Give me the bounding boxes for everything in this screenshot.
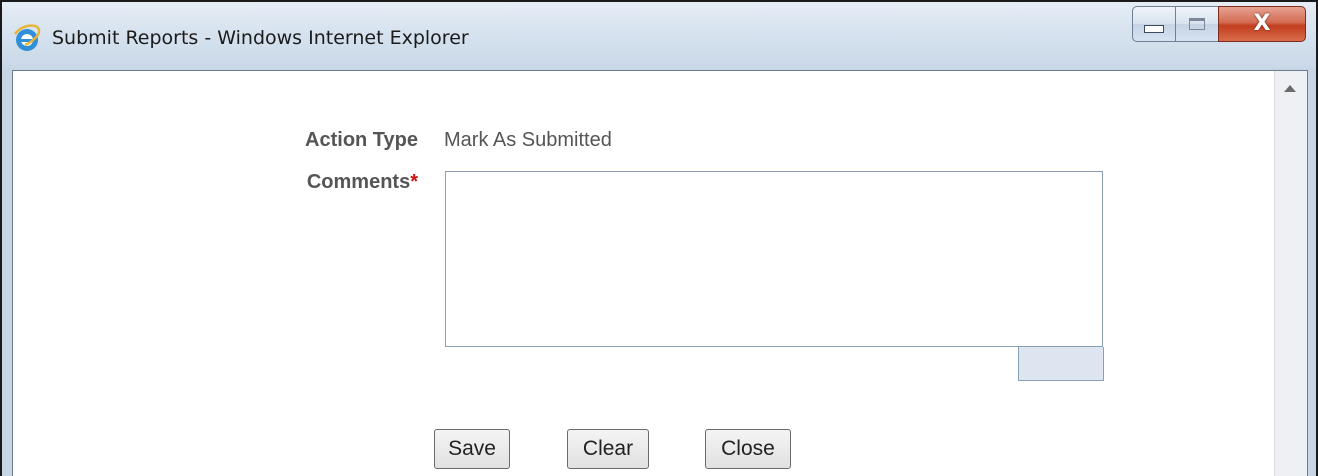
close-window-button[interactable]: X	[1218, 6, 1306, 42]
comments-label-text: Comments	[306, 171, 411, 193]
close-button[interactable]: Close	[705, 429, 791, 469]
minimize-icon	[1144, 25, 1164, 33]
close-icon: X	[1253, 11, 1271, 36]
clear-button[interactable]: Clear	[567, 429, 649, 469]
maximize-icon	[1189, 18, 1205, 30]
scroll-up-arrow-icon[interactable]	[1284, 85, 1296, 92]
dialog-content: Action Type Mark As Submitted Comments* …	[12, 70, 1308, 476]
ie-logo-icon	[12, 24, 42, 54]
comments-label: Comments*	[173, 171, 418, 194]
vertical-scrollbar[interactable]	[1274, 71, 1307, 476]
action-type-label: Action Type	[305, 129, 418, 151]
save-button[interactable]: Save	[434, 429, 510, 469]
window-title: Submit Reports - Windows Internet Explor…	[52, 27, 469, 49]
minimize-button[interactable]	[1132, 6, 1176, 42]
title-bar[interactable]: Submit Reports - Windows Internet Explor…	[2, 2, 1316, 68]
window-controls: X	[1132, 6, 1306, 44]
browser-window: Submit Reports - Windows Internet Explor…	[0, 0, 1318, 476]
textarea-resize-tab[interactable]	[1018, 347, 1104, 381]
page: Submit Reports - Windows Internet Explor…	[0, 0, 1318, 476]
required-marker: *	[410, 171, 418, 193]
comments-textarea[interactable]	[445, 171, 1103, 347]
action-type-value: Mark As Submitted	[444, 129, 612, 151]
maximize-button[interactable]	[1175, 6, 1219, 42]
